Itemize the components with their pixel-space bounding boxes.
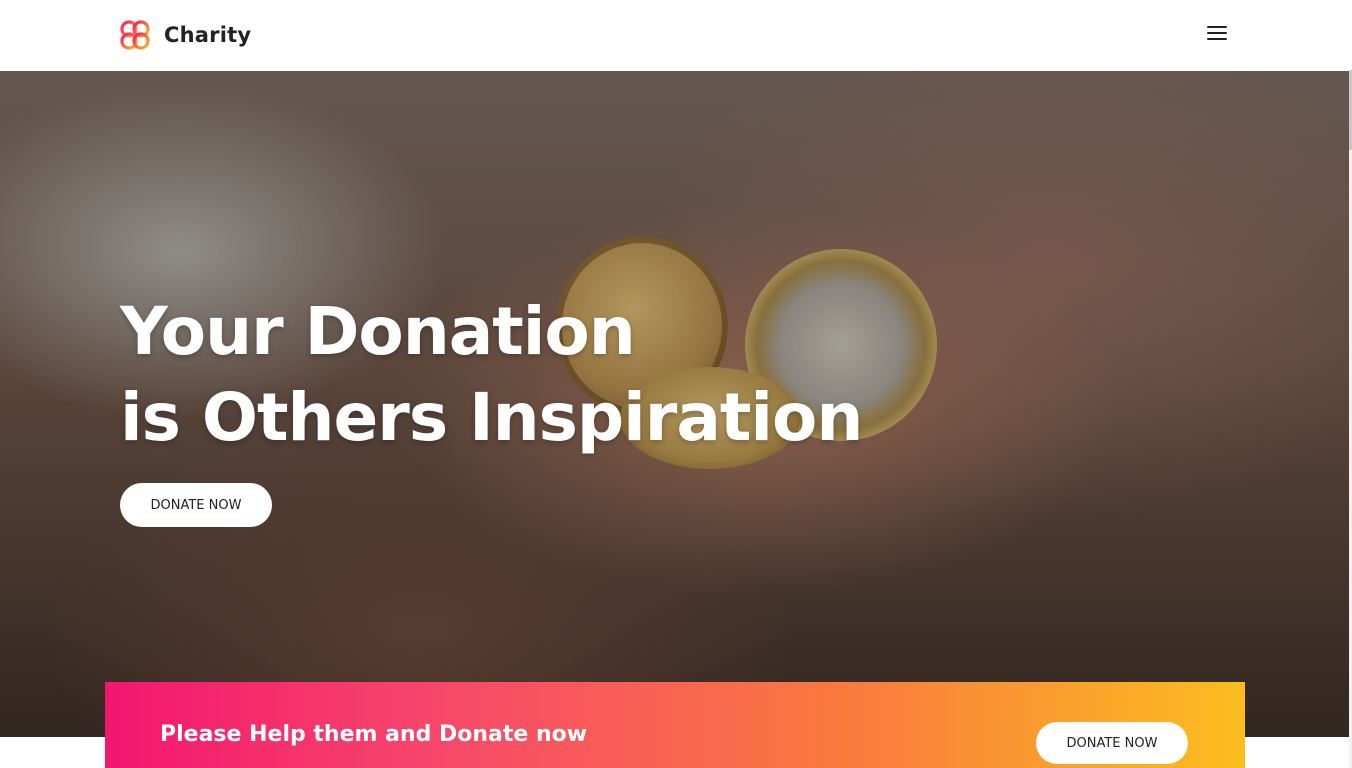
- cta-text: Please Help them and Donate now: [160, 722, 588, 747]
- donate-cta-band: Please Help them and Donate now DONATE N…: [105, 682, 1245, 768]
- site-header: Charity: [0, 0, 1352, 70]
- brand-logo[interactable]: Charity: [118, 18, 251, 52]
- cta-donate-button[interactable]: DONATE NOW: [1036, 722, 1188, 764]
- hero-banner: Your Donation is Others Inspiration DONA…: [0, 71, 1349, 737]
- charity-logo-icon: [120, 20, 150, 50]
- hero-title-line-2: is Others Inspiration: [120, 379, 863, 456]
- brand-name: Charity: [164, 23, 252, 47]
- hero-title-line-1: Your Donation: [120, 293, 636, 370]
- hamburger-menu-icon[interactable]: [1204, 21, 1230, 45]
- hero-title: Your Donation is Others Inspiration: [120, 289, 863, 461]
- hero-donate-button[interactable]: DONATE NOW: [120, 483, 272, 527]
